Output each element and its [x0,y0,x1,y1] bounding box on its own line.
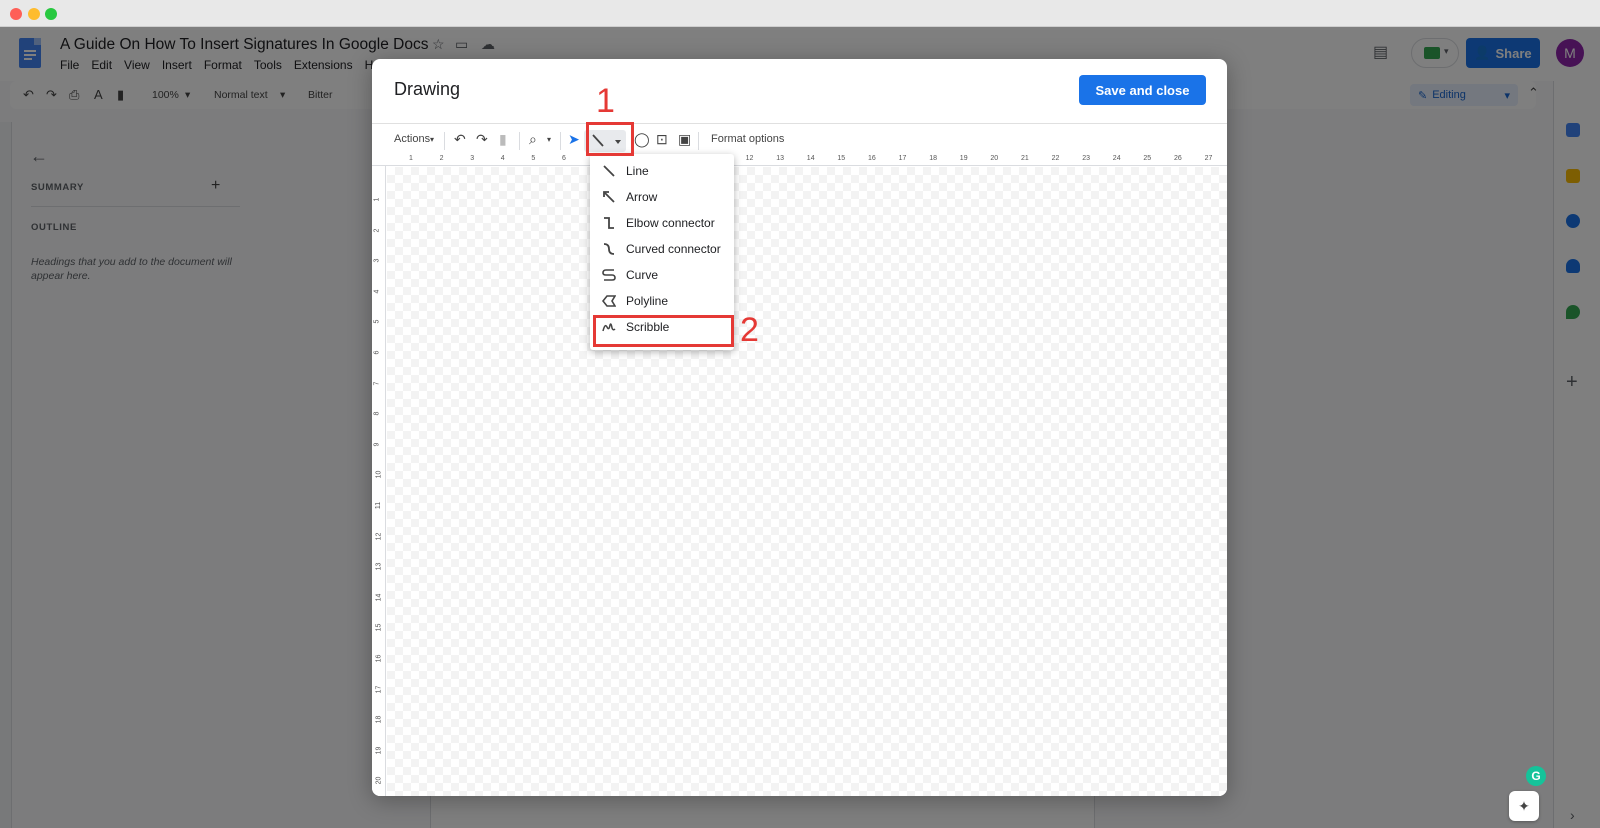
curved-connector-icon [603,243,615,255]
ruler-tick-label: 13 [375,562,383,571]
ruler-tick-label: 15 [837,155,846,162]
ruler-tick-label: 12 [745,155,754,162]
explore-icon: ✦ [1518,797,1530,814]
menu-item-label: Curve [626,268,659,282]
ruler-tick-label: 9 [373,442,381,447]
menu-item-curve[interactable]: Curve [590,262,734,288]
ruler-tick-label: 2 [439,155,444,162]
ruler-tick-label: 22 [1051,155,1060,162]
ruler-tick-label: 24 [1112,155,1121,162]
ruler-tick-label: 20 [375,776,383,785]
ruler-tick-label: 4 [500,155,505,162]
drawing-canvas[interactable] [387,167,1227,796]
close-window-button[interactable] [10,8,22,20]
zoom-icon[interactable]: ⌕ [529,131,537,148]
menu-item-label: Curved connector [626,242,721,256]
menu-item-label: Line [626,164,649,178]
select-pointer-icon[interactable]: ➤ [568,131,580,148]
dialog-title: Drawing [394,79,461,99]
menu-item-polyline[interactable]: Polyline [590,288,734,314]
actions-dropdown-icon[interactable]: ▾ [430,135,434,144]
ruler-tick-label: 3 [373,258,381,263]
undo-icon[interactable]: ↶ [454,131,466,148]
vertical-ruler: 1 2 3 4 5 6 7 8 9 10 11 12 13 14 15 16 17 18 19 20 [372,166,386,796]
maximize-window-button[interactable] [45,8,57,20]
menu-item-arrow[interactable]: Arrow [590,184,734,210]
annotation-box-scribble [593,315,734,347]
ruler-tick-label: 19 [959,155,968,162]
annotation-number-2: 2 [740,311,759,349]
ruler-tick-label: 7 [373,381,381,386]
ruler-tick-label: 8 [373,411,381,416]
shape-icon[interactable]: ◯ [634,131,650,148]
ruler-tick-label: 16 [868,155,876,162]
window-titlebar [0,0,1600,27]
paint-format-icon[interactable]: ▮ [499,131,507,148]
annotation-number-1: 1 [596,82,615,120]
ruler-tick-label: 14 [375,593,383,602]
toolbar-divider [560,132,561,150]
ruler-tick-label: 26 [1174,155,1182,162]
arrow-icon [603,191,615,203]
ruler-tick-label: 25 [1143,155,1152,162]
ruler-tick-label: 5 [373,319,381,324]
redo-icon[interactable]: ↷ [476,131,488,148]
ruler-tick-label: 1 [409,155,413,162]
ruler-tick-label: 10 [375,470,383,479]
ruler-tick-label: 27 [1204,155,1213,162]
ruler-tick-label: 23 [1082,155,1090,162]
ruler-tick-label: 14 [806,155,815,162]
ruler-tick-label: 5 [531,155,536,162]
drawing-toolbar: Actions ▾ ↶ ↷ ▮ ⌕ ▾ ➤ ◯ ⊡ ▣ Format optio… [372,123,1227,155]
menu-item-label: Polyline [626,294,669,308]
save-and-close-button[interactable]: Save and close [1079,75,1206,105]
drawing-dialog: Drawing Save and close Actions ▾ ↶ ↷ ▮ ⌕… [372,59,1227,796]
annotation-box-line-tool [586,122,634,156]
explore-button[interactable]: ✦ [1509,791,1539,821]
ruler-tick-label: 15 [375,623,383,632]
curve-icon [602,269,616,281]
toolbar-divider [444,132,445,150]
ruler-tick-label: 6 [373,350,381,355]
ruler-tick-label: 19 [375,746,383,755]
menu-item-curved-connector[interactable]: Curved connector [590,236,734,262]
menu-item-elbow-connector[interactable]: Elbow connector [590,210,734,236]
ruler-tick-label: 21 [1021,155,1029,162]
format-options-button[interactable]: Format options [711,133,784,145]
actions-menu[interactable]: Actions [394,133,430,145]
text-box-icon[interactable]: ⊡ [656,131,668,148]
toolbar-divider [519,132,520,150]
ruler-tick-label: 16 [375,654,383,663]
polyline-icon [602,295,616,307]
ruler-tick-label: 2 [373,228,381,233]
ruler-tick-label: 17 [898,155,907,162]
menu-item-line[interactable]: Line [590,158,734,184]
ruler-tick-label: 18 [375,715,383,724]
ruler-tick-label: 1 [373,197,381,202]
minimize-window-button[interactable] [28,8,40,20]
ruler-tick-label: 13 [776,155,784,162]
ruler-tick-label: 17 [375,685,383,693]
menu-item-label: Elbow connector [626,216,715,230]
image-icon[interactable]: ▣ [678,131,691,148]
grammarly-icon[interactable]: G [1526,766,1546,786]
ruler-tick-label: 12 [375,532,383,540]
ruler-tick-label: 4 [373,289,381,294]
ruler-tick-label: 6 [562,155,566,162]
toolbar-divider [698,132,699,150]
menu-item-label: Arrow [626,190,658,204]
ruler-tick-label: 18 [929,155,937,162]
ruler-tick-label: 3 [470,155,475,162]
horizontal-ruler: 1234567891011121314151617181920212223242… [372,155,1227,166]
line-icon [603,165,615,177]
zoom-dropdown-icon[interactable]: ▾ [547,135,551,144]
elbow-connector-icon [604,217,614,229]
ruler-tick-label: 11 [375,501,383,510]
ruler-tick-label: 20 [990,155,999,162]
